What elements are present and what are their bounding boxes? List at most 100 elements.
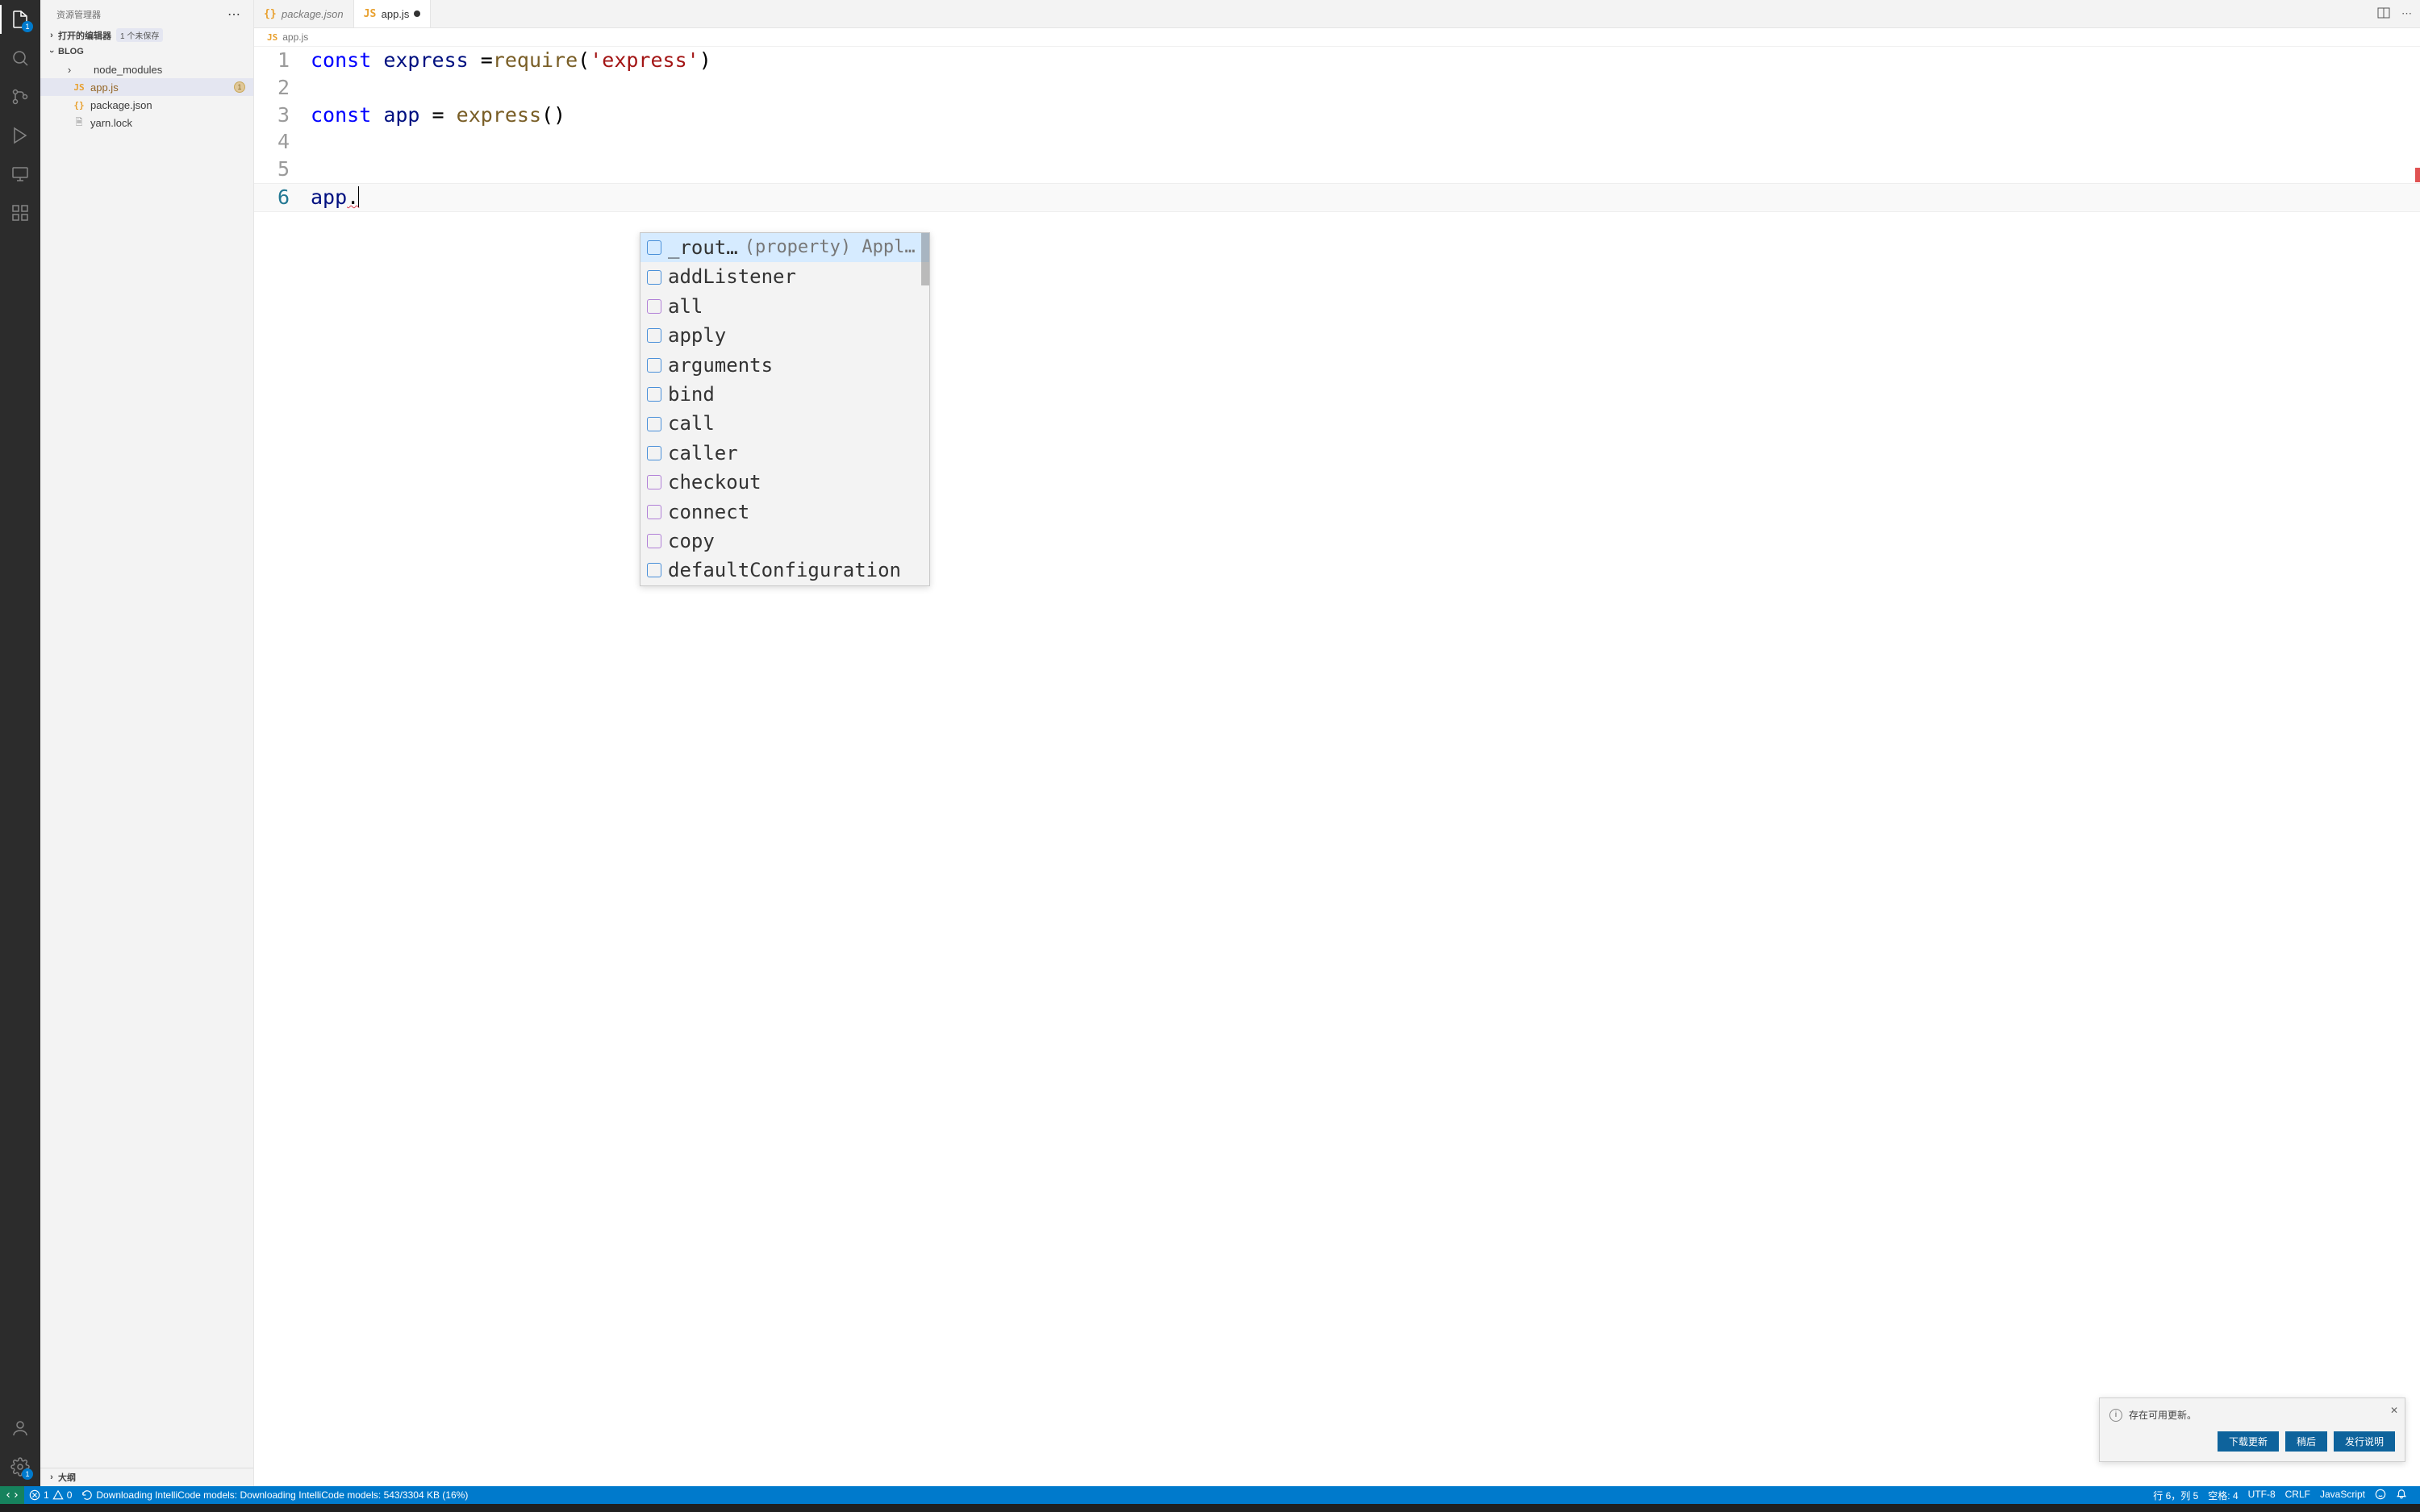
chevron-down-icon: › [47, 45, 56, 58]
code-line[interactable]: 5 [254, 156, 2420, 183]
breadcrumb[interactable]: JS app.js [254, 28, 2420, 47]
js-file-icon: JS [364, 8, 377, 20]
suggest-item[interactable]: all [640, 292, 929, 321]
line-number: 3 [254, 102, 311, 129]
status-eol[interactable]: CRLF [2280, 1489, 2315, 1500]
breadcrumb-file: app.js [282, 31, 308, 43]
chevron-right-icon: › [45, 1472, 58, 1482]
method-icon [647, 534, 661, 548]
status-cursor-position[interactable]: 行 6，列 5 [2148, 1489, 2203, 1502]
suggest-widget: _rout…(property) Appli…addListener all app… [640, 232, 930, 586]
sidebar: 资源管理器 ⋯ › 打开的编辑器 1 个未保存 › BLOG › node_mo… [40, 0, 254, 1486]
suggest-label: addListener [668, 264, 796, 289]
suggest-item[interactable]: checkout [640, 468, 929, 497]
code-line[interactable]: 3const app = express() [254, 102, 2420, 129]
tree-file-yarn-lock[interactable]: 🗎 yarn.lock [40, 114, 253, 131]
os-taskbar-stub [0, 1504, 2420, 1512]
dirty-indicator-icon [414, 10, 420, 17]
suggest-item[interactable]: defaultConfiguration [640, 556, 929, 585]
open-editors-section[interactable]: › 打开的编辑器 1 个未保存 [40, 26, 253, 44]
lock-file-icon: 🗎 [73, 116, 86, 129]
suggest-item[interactable]: connect [640, 498, 929, 527]
suggest-item[interactable]: apply [640, 321, 929, 350]
activity-debug-icon[interactable] [9, 124, 31, 147]
suggest-item[interactable]: arguments [640, 351, 929, 380]
text-cursor [358, 186, 359, 207]
method-icon [647, 299, 661, 314]
suggest-label: apply [668, 323, 726, 348]
line-number: 1 [254, 47, 311, 74]
tree-file-app-js[interactable]: JS app.js 1 [40, 78, 253, 96]
project-section[interactable]: › BLOG [40, 44, 253, 59]
status-cursor-text: 行 6，列 5 [2153, 1489, 2198, 1502]
suggest-detail: (property) Appli… [745, 235, 923, 260]
tree-item-label: yarn.lock [90, 117, 132, 129]
suggest-item[interactable]: _rout…(property) Appli… [640, 233, 929, 262]
minimap[interactable] [2409, 47, 2420, 1486]
code-content: const express =require('express') [311, 47, 711, 74]
status-language[interactable]: JavaScript [2315, 1489, 2370, 1500]
activity-remote-icon[interactable] [9, 163, 31, 185]
status-encoding[interactable]: UTF-8 [2243, 1489, 2280, 1500]
tree-file-package-json[interactable]: {} package.json [40, 96, 253, 114]
suggest-label: all [668, 294, 703, 319]
property-icon [647, 417, 661, 431]
activity-accounts-icon[interactable] [9, 1417, 31, 1439]
split-editor-icon[interactable] [2377, 6, 2390, 22]
status-download-progress[interactable]: Downloading IntelliCode models: Download… [77, 1486, 473, 1504]
suggest-item[interactable]: caller [640, 439, 929, 468]
tree-item-label: app.js [90, 81, 119, 94]
code-line[interactable]: 4 [254, 128, 2420, 156]
suggest-item[interactable]: bind [640, 380, 929, 409]
tab-app-js[interactable]: JS app.js [354, 0, 432, 27]
suggest-label: caller [668, 440, 738, 466]
activity-bar: 1 [0, 0, 40, 1486]
code-line[interactable]: 2 [254, 74, 2420, 102]
info-icon: i [2109, 1409, 2122, 1422]
settings-badge: 1 [22, 1468, 33, 1480]
activity-explorer-icon[interactable]: 1 [9, 8, 31, 31]
unsaved-badge: 1 个未保存 [116, 28, 163, 42]
status-feedback-icon[interactable] [2370, 1489, 2391, 1500]
project-name: BLOG [58, 47, 84, 56]
property-icon [647, 270, 661, 285]
activity-settings-icon[interactable]: 1 [9, 1456, 31, 1478]
remote-indicator[interactable] [0, 1486, 24, 1504]
sidebar-title: 资源管理器 [56, 8, 101, 21]
suggest-item[interactable]: addListener [640, 262, 929, 291]
activity-source-control-icon[interactable] [9, 85, 31, 108]
close-icon[interactable]: ✕ [2390, 1405, 2398, 1416]
status-indent[interactable]: 空格: 4 [2203, 1489, 2243, 1502]
sidebar-more-icon[interactable]: ⋯ [227, 6, 240, 23]
status-problems[interactable]: 1 0 [24, 1486, 77, 1504]
tab-label: package.json [282, 8, 344, 20]
status-notifications-icon[interactable] [2391, 1489, 2412, 1500]
suggest-item[interactable]: copy [640, 527, 929, 556]
code-editor[interactable]: 1const express =require('express')23cons… [254, 47, 2420, 1486]
outline-section[interactable]: › 大纲 [40, 1468, 253, 1486]
suggest-scrollbar[interactable] [921, 233, 929, 285]
code-line[interactable]: 1const express =require('express') [254, 47, 2420, 74]
suggest-label: arguments [668, 352, 773, 378]
line-number: 2 [254, 74, 311, 102]
tree-folder-node-modules[interactable]: › node_modules [40, 60, 253, 78]
explorer-badge: 1 [22, 21, 33, 32]
activity-extensions-icon[interactable] [9, 202, 31, 224]
more-actions-icon[interactable]: ⋯ [2401, 7, 2412, 20]
download-update-button[interactable]: 下载更新 [2218, 1431, 2279, 1452]
line-number: 6 [254, 184, 311, 211]
status-language-text: JavaScript [2320, 1489, 2365, 1500]
status-indent-text: 空格: 4 [2208, 1489, 2238, 1502]
update-notification: ✕ i 存在可用更新。 下载更新 稍后 发行说明 [2099, 1397, 2405, 1462]
tab-package-json[interactable]: {} package.json [254, 0, 354, 27]
release-notes-button[interactable]: 发行说明 [2334, 1431, 2395, 1452]
later-button[interactable]: 稍后 [2285, 1431, 2327, 1452]
suggest-label: copy [668, 528, 715, 554]
editor-area: {} package.json JS app.js ⋯ JS app.js [254, 0, 2420, 1486]
status-eol-text: CRLF [2285, 1489, 2310, 1500]
code-line[interactable]: 6app. [254, 183, 2420, 212]
json-file-icon: {} [264, 8, 277, 20]
tree-item-label: node_modules [94, 64, 162, 76]
activity-search-icon[interactable] [9, 47, 31, 69]
suggest-item[interactable]: call [640, 409, 929, 438]
